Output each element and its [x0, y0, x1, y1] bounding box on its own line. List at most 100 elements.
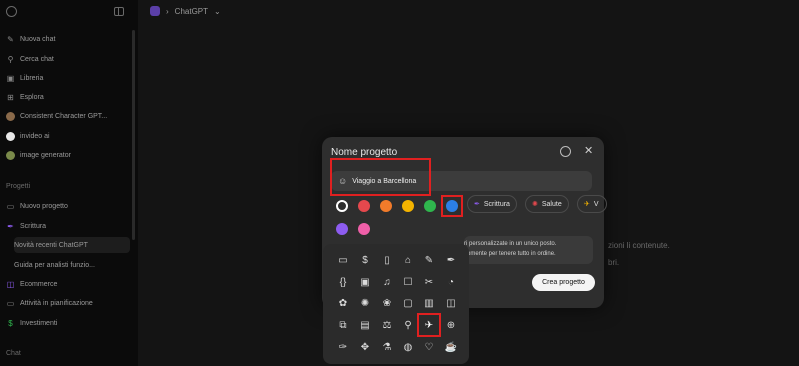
briefcase-icon[interactable]: ▢: [401, 296, 415, 310]
health-icon: ✺: [532, 201, 538, 208]
sidebar-item-explore[interactable]: ⊞ Esplora: [6, 89, 130, 105]
sidebar-item-label: Guida per analisti funzio...: [14, 261, 95, 269]
ball-icon[interactable]: ◍: [401, 340, 415, 354]
sidebar-subitem-guida[interactable]: Guida per analisti funzio...: [14, 257, 130, 273]
grid-icon: ⊞: [7, 92, 14, 102]
chevron-down-icon[interactable]: ⌄: [214, 7, 221, 16]
sidebar-item-library[interactable]: ▣ Libreria: [6, 70, 130, 86]
tools-icon[interactable]: ✂: [422, 275, 436, 289]
highlight-box-blue-color: [441, 195, 463, 217]
header: › ChatGPT ⌄: [150, 4, 221, 18]
mug-icon[interactable]: ◫: [444, 296, 458, 310]
dialog-title: Nome progetto: [331, 147, 398, 158]
wrench-icon[interactable]: ✑: [336, 340, 350, 354]
color-swatch-green[interactable]: [424, 200, 436, 212]
sidebar-item-label: Investimenti: [20, 319, 58, 327]
color-swatch-red[interactable]: [358, 200, 370, 212]
sidebar-item-new-project[interactable]: ▭ Nuovo progetto: [6, 198, 130, 214]
background-text-line: bri.: [608, 258, 620, 267]
pen-nib-icon[interactable]: ✒: [444, 253, 458, 267]
create-project-button[interactable]: Crea progetto: [532, 274, 595, 291]
sidebar-item-label: Novità recenti ChatGPT: [14, 241, 88, 249]
sidebar-item-scrittura[interactable]: ✒ Scrittura: [6, 218, 130, 234]
sidebar-toggle-icon[interactable]: [114, 6, 124, 16]
gpt-avatar-icon: [6, 111, 15, 121]
basket-icon[interactable]: ☐: [401, 275, 415, 289]
chart-icon[interactable]: ▥: [422, 296, 436, 310]
chip-label: Scrittura: [483, 200, 510, 208]
dollar-icon: $: [8, 318, 13, 328]
sidebar-item-label: Ecommerce: [20, 280, 58, 288]
flask-icon[interactable]: ⚗: [380, 340, 394, 354]
pen-icon: ✒: [474, 201, 480, 208]
chip-viaggi[interactable]: ✈ V: [577, 195, 607, 213]
heart-icon[interactable]: ♡: [422, 340, 436, 354]
globe-icon[interactable]: ⊕: [444, 318, 458, 332]
chip-scrittura[interactable]: ✒ Scrittura: [467, 195, 517, 213]
dumbbell-icon[interactable]: ⧉: [336, 318, 350, 332]
folder-icon[interactable]: ▭: [336, 253, 350, 267]
scales-icon[interactable]: ⚖: [380, 318, 394, 332]
sidebar-item-label: Esplora: [20, 93, 44, 101]
color-swatch-purple[interactable]: [336, 223, 348, 235]
sidebar-item-label: Scrittura: [20, 222, 47, 230]
gpt-avatar-icon: [6, 150, 15, 160]
paw-icon[interactable]: ✿: [336, 296, 350, 310]
music-icon[interactable]: ♫: [380, 275, 394, 289]
pencil-icon[interactable]: ✎: [422, 253, 436, 267]
sidebar-item-label: Nuova chat: [20, 35, 56, 43]
gear-flower-icon[interactable]: ✺: [358, 296, 372, 310]
gpt-avatar-icon: [6, 131, 15, 141]
palette-icon[interactable]: ◔: [444, 275, 458, 289]
sidebar: ✎ Nuova chat ⚲ Cerca chat ▣ Libreria ⊞ E…: [0, 0, 138, 366]
background-text-line: zioni li contenute.: [608, 241, 670, 250]
color-swatch-white[interactable]: [336, 200, 348, 212]
app-window: ✎ Nuova chat ⚲ Cerca chat ▣ Libreria ⊞ E…: [0, 0, 799, 366]
dollar-icon[interactable]: $: [358, 253, 372, 267]
gear-icon[interactable]: [560, 146, 571, 157]
sidebar-item-search[interactable]: ⚲ Cerca chat: [6, 51, 130, 67]
sidebar-top: [6, 5, 124, 17]
sidebar-item-gpt-invideo[interactable]: invideo ai: [6, 128, 130, 144]
sidebar-item-ecommerce[interactable]: ◫ Ecommerce: [6, 276, 130, 292]
pawprint-icon[interactable]: ✥: [358, 340, 372, 354]
code-icon[interactable]: {}: [336, 275, 350, 289]
highlight-box-input: [330, 158, 431, 196]
model-selector[interactable]: ChatGPT: [175, 7, 208, 16]
search-icon: ⚲: [7, 54, 14, 64]
sidebar-item-label: Cerca chat: [20, 55, 54, 63]
close-icon[interactable]: ✕: [584, 144, 593, 157]
sidebar-item-label: invideo ai: [20, 132, 50, 140]
book-icon[interactable]: ▯: [380, 253, 394, 267]
lightbulb-icon[interactable]: ⚲: [401, 318, 415, 332]
edit-icon: ✎: [7, 34, 14, 44]
cup-icon[interactable]: ☕: [444, 340, 458, 354]
sidebar-item-new-chat[interactable]: ✎ Nuova chat: [6, 31, 130, 47]
sidebar-item-label: Consistent Character GPT...: [20, 112, 108, 120]
info-text-line: ri personalizzate in un unico posto.: [464, 241, 557, 247]
library-icon: ▣: [6, 73, 15, 83]
breadcrumb-separator: ›: [166, 6, 169, 16]
chip-salute[interactable]: ✺ Salute: [525, 195, 569, 213]
lotus-icon[interactable]: ❀: [380, 296, 394, 310]
info-text-line: comente per tenere tutto in ordine.: [464, 251, 556, 257]
sidebar-subitem-novita[interactable]: Novità recenti ChatGPT: [14, 237, 130, 253]
openai-logo-icon[interactable]: [6, 5, 17, 17]
terminal-icon[interactable]: ▣: [358, 275, 372, 289]
graduation-cap-icon[interactable]: ⌂: [401, 253, 415, 267]
document-icon[interactable]: ▤: [358, 318, 372, 332]
project-icon: [150, 6, 160, 16]
projects-section-label: Progetti: [6, 183, 31, 190]
color-swatch-yellow[interactable]: [402, 200, 414, 212]
sidebar-item-label: image generator: [20, 151, 71, 159]
color-swatch-pink[interactable]: [358, 223, 370, 235]
color-swatch-orange[interactable]: [380, 200, 392, 212]
sidebar-item-attivita[interactable]: ▭ Attività in pianificazione: [6, 295, 130, 311]
sidebar-item-investimenti[interactable]: $ Investimenti: [6, 315, 130, 331]
sidebar-item-label: Nuovo progetto: [20, 202, 68, 210]
folder-plus-icon: ▭: [6, 201, 15, 211]
sidebar-item-label: Libreria: [20, 74, 44, 82]
sidebar-item-gpt-image[interactable]: image generator: [6, 147, 130, 163]
sidebar-item-gpt-consistent[interactable]: Consistent Character GPT...: [6, 108, 130, 124]
sidebar-scrollbar[interactable]: [132, 30, 135, 240]
